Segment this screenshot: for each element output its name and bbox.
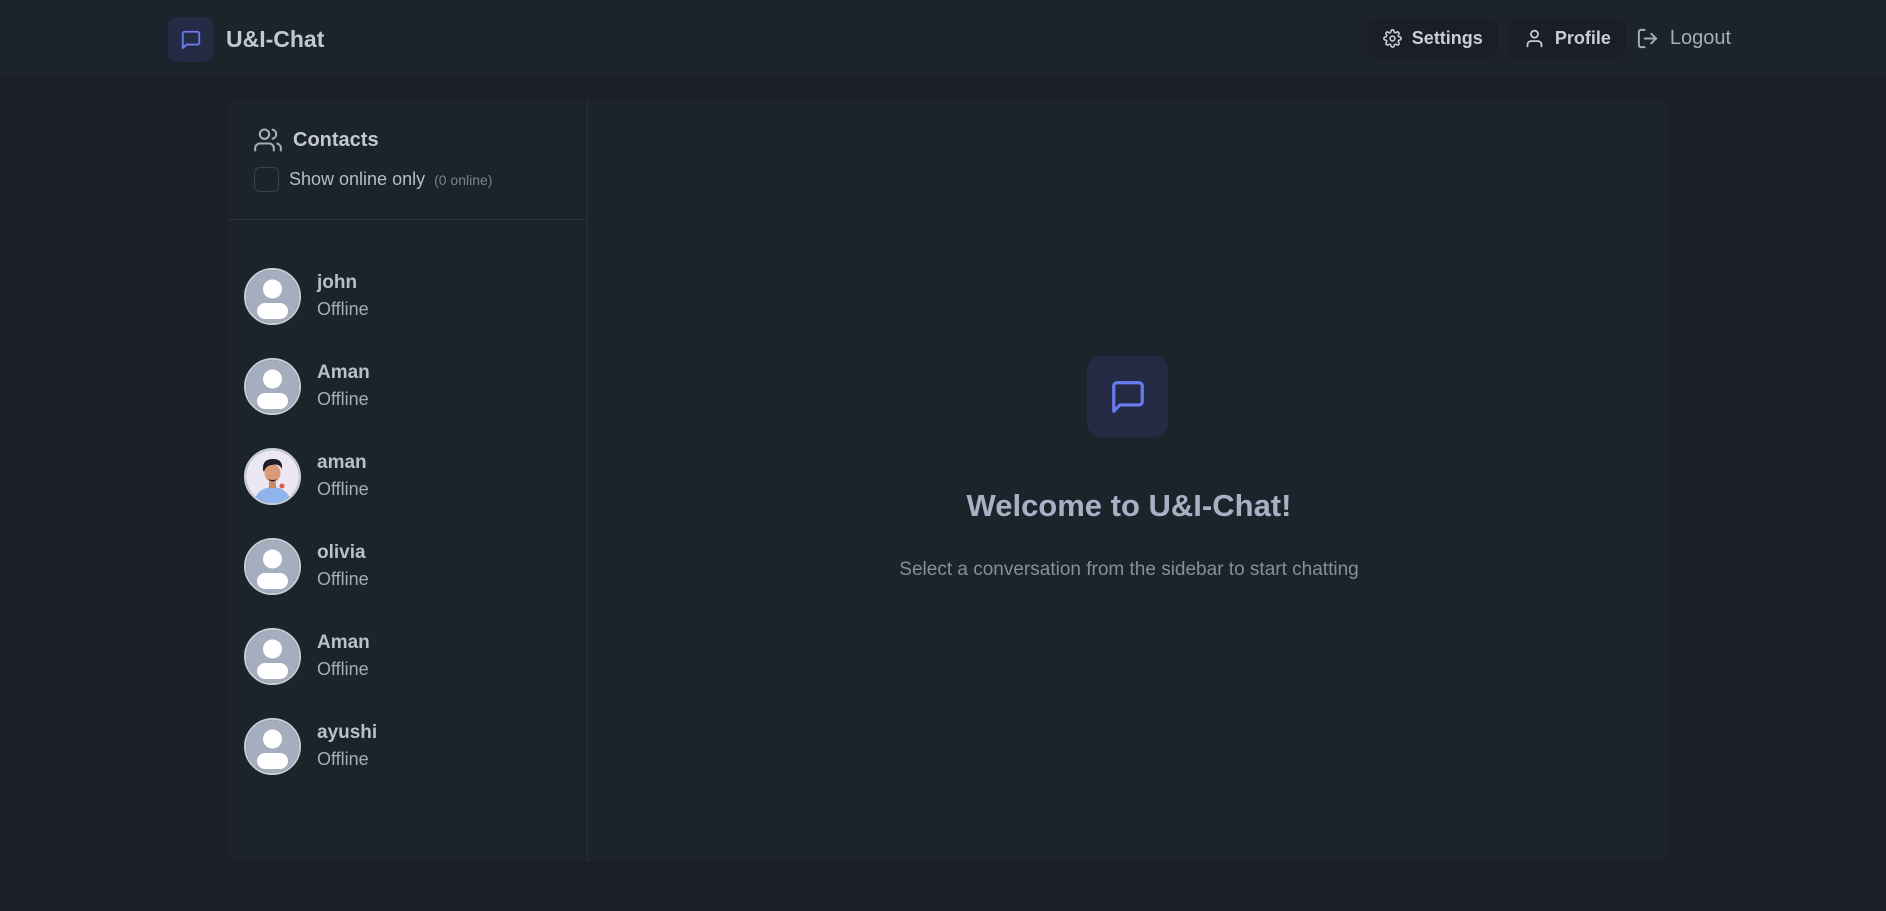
contact-item[interactable]: olivia Offline (228, 521, 587, 611)
contact-name: olivia (317, 542, 366, 563)
contact-item[interactable]: Aman Offline (228, 341, 587, 431)
default-avatar (244, 627, 301, 685)
settings-label: Settings (1411, 28, 1483, 48)
contact-status: Offline (317, 569, 369, 589)
contact-status: Offline (317, 749, 369, 769)
settings-button[interactable]: Settings (1367, 19, 1498, 58)
contact-name: ayushi (317, 722, 378, 743)
contact-status: Offline (317, 479, 369, 499)
gear-icon (1382, 29, 1402, 48)
default-avatar (244, 267, 301, 325)
online-count: (0 online) (434, 171, 493, 188)
chat-bubble-icon (168, 17, 213, 62)
chat-container: Contacts Show online only (0 online) joh… (228, 99, 1669, 862)
users-icon (254, 128, 282, 152)
nav-actions: Settings Profile Logout (1357, 19, 1731, 58)
default-avatar (244, 717, 301, 775)
logout-label: Logout (1669, 27, 1731, 49)
contacts-title: Contacts (293, 128, 379, 151)
profile-label: Profile (1554, 28, 1611, 48)
sidebar-header: Contacts Show online only (0 online) (228, 99, 587, 220)
default-avatar (244, 537, 301, 595)
contact-status: Offline (317, 659, 369, 679)
contact-status: Offline (317, 389, 369, 409)
logout-button[interactable]: Logout (1636, 27, 1731, 50)
brand-link[interactable]: U&I-Chat (168, 17, 324, 62)
contact-item[interactable]: Aman Offline (228, 611, 587, 701)
contact-name: Aman (317, 632, 370, 653)
default-avatar (244, 357, 301, 415)
contact-name: aman (317, 452, 367, 473)
profile-button[interactable]: Profile (1508, 19, 1626, 58)
contact-list: john Offline Aman Offline aman Offline o… (228, 220, 587, 791)
contact-name: Aman (317, 362, 370, 383)
logout-icon (1637, 28, 1657, 49)
contacts-heading: Contacts (254, 126, 587, 154)
contact-item[interactable]: john Offline (228, 251, 587, 341)
contact-item[interactable]: ayushi Offline (228, 701, 587, 791)
user-icon (1526, 29, 1543, 48)
welcome-title: Welcome to U&I-Chat! (966, 488, 1292, 523)
contacts-sidebar: Contacts Show online only (0 online) joh… (228, 99, 588, 862)
contact-status: Offline (317, 299, 369, 319)
chat-bubble-icon (1087, 356, 1168, 437)
welcome-subtitle: Select a conversation from the sidebar t… (899, 559, 1359, 580)
contact-name: john (317, 272, 358, 293)
photo-avatar (244, 447, 301, 505)
show-online-checkbox[interactable] (254, 167, 279, 192)
show-online-label[interactable]: Show online only (289, 169, 425, 190)
no-chat-selected: Welcome to U&I-Chat! Select a conversati… (589, 99, 1669, 862)
app-title: U&I-Chat (226, 26, 325, 52)
top-navbar: U&I-Chat Settings Profile Logout (0, 0, 1886, 79)
contact-item[interactable]: aman Offline (228, 431, 587, 521)
online-filter: Show online only (0 online) (254, 167, 587, 192)
